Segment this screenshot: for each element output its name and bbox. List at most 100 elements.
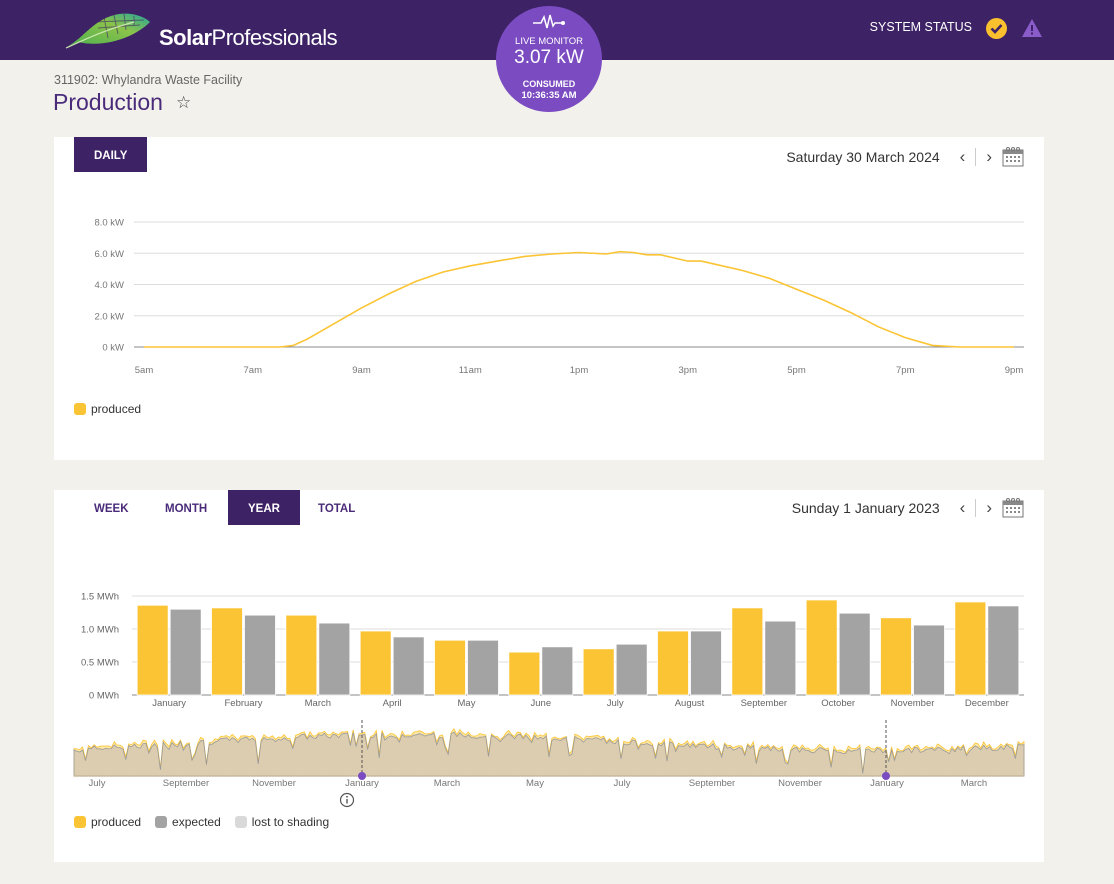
x-tick-label: 9am [352, 365, 371, 376]
x-tick-label: 7pm [896, 365, 915, 376]
navigator-tick-label: September [163, 778, 209, 789]
page-title: Production [53, 89, 163, 115]
x-tick-label: March [305, 698, 331, 709]
navigator-range-handle[interactable] [358, 772, 366, 780]
x-tick-label: April [383, 698, 402, 709]
bar-expected [913, 624, 945, 696]
bar-expected [169, 608, 202, 696]
x-tick-label: January [152, 698, 186, 709]
logo[interactable]: SolarProfessionals [64, 8, 338, 50]
bar-expected [467, 639, 499, 696]
x-tick-label: 3pm [679, 365, 698, 376]
live-monitor-time: 10:36:35 AM [521, 90, 577, 101]
bar-expected [244, 614, 276, 696]
bar-produced [582, 648, 615, 696]
tab-month[interactable]: MONTH [145, 490, 227, 525]
x-tick-label: December [965, 698, 1009, 709]
info-icon[interactable] [339, 792, 355, 808]
x-tick-label: February [224, 698, 262, 709]
bar-produced [211, 607, 243, 696]
brand-name: SolarProfessionals [159, 25, 338, 51]
legend-swatch [74, 816, 86, 828]
legend-item-lost-to-shading[interactable]: lost to shading [234, 815, 329, 829]
next-day-button[interactable]: › [986, 147, 992, 167]
leaf-logo-icon [65, 13, 150, 49]
navigator-tick-label: November [778, 778, 822, 789]
check-circle-icon[interactable] [986, 18, 1007, 39]
live-monitor-mode: CONSUMED [522, 79, 576, 89]
x-tick-label: May [458, 698, 476, 709]
x-tick-label: July [607, 698, 624, 709]
previous-period-button[interactable]: ‹ [960, 498, 966, 518]
period-legend: produced expected lost to shading [74, 815, 329, 829]
bar-expected [690, 630, 722, 696]
daily-legend: produced [74, 402, 141, 416]
legend-label: produced [91, 815, 142, 829]
period-production-card: WEEK MONTH YEAR TOTAL Sunday 1 January 2023… [54, 490, 1044, 862]
bar-produced [285, 614, 318, 696]
bar-expected [764, 620, 797, 696]
bar-produced [136, 604, 169, 696]
y-tick-label: 0 kW [102, 343, 124, 354]
timeline-navigator[interactable]: July September November January March May July… [54, 718, 1044, 798]
x-tick-label: November [891, 698, 935, 709]
navigator-tick-label: July [614, 778, 631, 789]
bar-produced [508, 651, 541, 696]
x-tick-label: 1pm [570, 365, 589, 376]
bar-produced [805, 599, 838, 696]
x-tick-label: September [741, 698, 787, 709]
bar-expected [541, 646, 574, 696]
x-tick-label: 5am [135, 365, 154, 376]
period-date-label: Sunday 1 January 2023 [791, 500, 940, 516]
next-period-button[interactable]: › [986, 498, 992, 518]
legend-item-produced[interactable]: produced [74, 815, 141, 829]
navigator-range-handle[interactable] [882, 772, 890, 780]
bar-expected [392, 636, 425, 696]
legend-label: expected [172, 815, 221, 829]
navigator-tick-label: May [526, 778, 544, 789]
previous-day-button[interactable]: ‹ [960, 147, 966, 167]
x-tick-label: 11am [459, 365, 482, 376]
legend-item-expected[interactable]: expected [155, 815, 221, 829]
divider [975, 148, 977, 166]
site-name: 311902: Whylandra Waste Facility [54, 73, 243, 87]
y-tick-label: 0 MWh [89, 691, 119, 702]
bar-expected [318, 622, 351, 696]
live-monitor-badge[interactable]: LIVE MONITOR 3.07 kW CONSUMED 10:36:35 A… [496, 6, 602, 112]
period-date-navigator: Sunday 1 January 2023 ‹ › [792, 498, 1024, 518]
bar-produced [657, 630, 689, 696]
bar-produced [954, 601, 987, 696]
brand-bold: Solar [159, 25, 212, 50]
favorite-star-icon[interactable]: ☆ [176, 93, 191, 113]
calendar-icon[interactable] [1002, 498, 1024, 518]
tab-total[interactable]: TOTAL [298, 490, 375, 525]
pulse-icon [533, 14, 565, 29]
navigator-tick-label: March [961, 778, 987, 789]
legend-swatch [74, 403, 86, 415]
daily-line-chart: 0 kW 2.0 kW 4.0 kW 6.0 kW 8.0 kW 5am 7am 9am 11a… [94, 218, 1024, 376]
y-tick-label: 4.0 kW [94, 280, 124, 291]
bar-expected [987, 605, 1020, 696]
y-tick-label: 6.0 kW [94, 249, 124, 260]
legend-item-produced[interactable]: produced [74, 402, 141, 416]
live-monitor-value: 3.07 kW [514, 47, 584, 68]
y-tick-label: 1.5 MWh [81, 592, 119, 603]
legend-swatch [234, 816, 247, 828]
tab-year[interactable]: YEAR [228, 490, 300, 525]
bar-expected [615, 643, 648, 696]
x-tick-label: 9pm [1005, 365, 1024, 376]
y-tick-label: 0.5 MWh [81, 658, 119, 669]
series-line-produced [144, 250, 1014, 348]
y-tick-label: 8.0 kW [94, 218, 124, 229]
bar-produced [880, 617, 912, 696]
warning-triangle-icon[interactable] [1021, 18, 1043, 43]
bar-produced [359, 630, 392, 696]
calendar-icon[interactable] [1002, 147, 1024, 167]
tab-daily[interactable]: DAILY [74, 137, 148, 172]
daily-date-navigator: Saturday 30 March 2024 ‹ › [786, 147, 1024, 167]
bar-produced [731, 607, 764, 696]
daily-production-card: DAILY Saturday 30 March 2024 ‹ › 0 kW 2.0… [54, 137, 1044, 460]
tab-week[interactable]: WEEK [74, 490, 149, 525]
x-tick-label: October [821, 698, 855, 709]
x-tick-label: August [675, 698, 705, 709]
